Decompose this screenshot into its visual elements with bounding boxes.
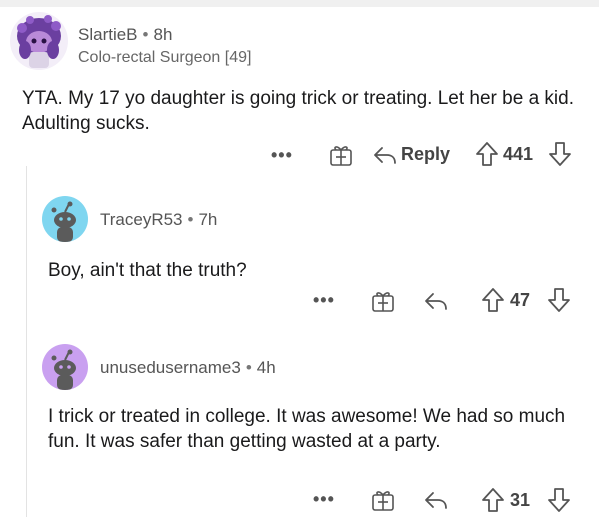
award-icon[interactable] bbox=[329, 144, 353, 166]
username[interactable]: SlartieB bbox=[78, 25, 138, 44]
comment-body: I trick or treated in college. It was aw… bbox=[48, 406, 566, 452]
username[interactable]: unusedusername3 bbox=[100, 358, 241, 377]
upvote-icon[interactable] bbox=[481, 287, 505, 313]
comment-author[interactable]: SlartieB • 8h bbox=[78, 25, 172, 45]
more-options-icon[interactable]: ••• bbox=[313, 290, 335, 311]
downvote-icon[interactable] bbox=[547, 487, 571, 513]
separator-dot: • bbox=[142, 25, 149, 44]
username[interactable]: TraceyR53 bbox=[100, 210, 183, 229]
user-flair: Colo-rectal Surgeon [49] bbox=[78, 49, 252, 66]
vote-count: 441 bbox=[503, 144, 534, 164]
more-options-icon[interactable]: ••• bbox=[313, 489, 335, 510]
comment-body: Boy, ain't that the truth? bbox=[48, 260, 247, 281]
award-icon[interactable] bbox=[371, 290, 395, 312]
timestamp: 7h bbox=[198, 210, 218, 229]
downvote-icon[interactable] bbox=[548, 141, 572, 167]
timestamp: 8h bbox=[153, 25, 173, 44]
avatar[interactable] bbox=[42, 344, 88, 390]
vote-count: 31 bbox=[510, 490, 531, 510]
avatar[interactable] bbox=[10, 12, 68, 70]
comment-author[interactable]: TraceyR53 • 7h bbox=[100, 210, 217, 230]
reply-icon[interactable] bbox=[423, 490, 449, 510]
more-options-icon[interactable]: ••• bbox=[271, 145, 293, 166]
comment-author[interactable]: unusedusername3 • 4h bbox=[100, 358, 276, 378]
vote-count: 47 bbox=[510, 290, 531, 310]
reply-button[interactable]: Reply bbox=[401, 144, 450, 165]
snoo-avatar-icon bbox=[51, 201, 76, 242]
comment-body: YTA. My 17 yo daughter is going trick or… bbox=[22, 88, 574, 134]
downvote-icon[interactable] bbox=[547, 287, 571, 313]
upvote-icon[interactable] bbox=[475, 141, 499, 167]
top-divider bbox=[0, 0, 599, 7]
avatar[interactable] bbox=[42, 196, 88, 242]
reply-icon[interactable] bbox=[423, 291, 449, 311]
separator-dot: • bbox=[245, 358, 252, 377]
snoo-avatar-icon bbox=[51, 349, 76, 390]
snoo-avatar-icon bbox=[17, 15, 61, 68]
award-icon[interactable] bbox=[371, 489, 395, 511]
timestamp: 4h bbox=[256, 358, 276, 377]
separator-dot: • bbox=[187, 210, 194, 229]
thread-line[interactable] bbox=[26, 166, 27, 517]
upvote-icon[interactable] bbox=[481, 487, 505, 513]
reply-icon[interactable] bbox=[372, 145, 398, 165]
